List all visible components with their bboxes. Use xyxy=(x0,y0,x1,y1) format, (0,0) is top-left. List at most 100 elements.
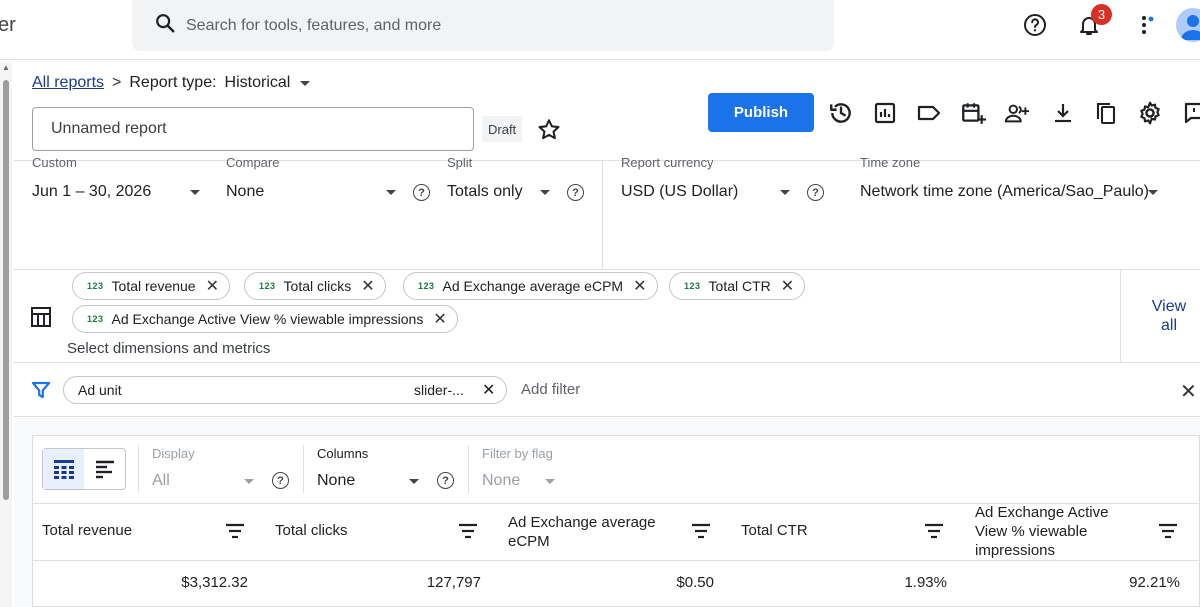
split-label: Split xyxy=(447,158,473,170)
search-box[interactable]: Search for tools, features, and more xyxy=(132,0,834,51)
close-icon[interactable]: ✕ xyxy=(781,276,794,296)
split-select[interactable]: Totals only xyxy=(447,183,523,201)
breadcrumb: All reports > Report type: Historical xyxy=(32,74,311,92)
select-dimensions-metrics[interactable]: Select dimensions and metrics xyxy=(67,340,270,357)
columns-select[interactable]: None xyxy=(317,472,355,490)
close-icon[interactable]: ✕ xyxy=(433,309,446,329)
display-chevron-down-icon[interactable] xyxy=(244,479,254,484)
currency-help-icon[interactable]: ? xyxy=(807,184,824,201)
metric-chip-total-revenue[interactable]: 123 Total revenue ✕ xyxy=(72,272,230,300)
column-header-total-ctr[interactable]: Total CTR xyxy=(741,521,808,540)
table-view-icon[interactable] xyxy=(43,449,84,489)
compare-chevron-down-icon[interactable] xyxy=(386,190,396,195)
currency-select[interactable]: USD (US Dollar) xyxy=(621,183,738,201)
display-help-icon[interactable]: ? xyxy=(272,472,289,489)
sort-filter-icon[interactable] xyxy=(923,522,945,545)
gear-icon[interactable] xyxy=(1137,100,1163,126)
share-users-icon[interactable] xyxy=(1004,100,1030,126)
publish-button[interactable]: Publish xyxy=(708,93,814,132)
report-type-value[interactable]: Historical xyxy=(225,74,291,92)
options-divider xyxy=(303,445,304,493)
close-icon[interactable]: ✕ xyxy=(633,276,646,296)
metric-number-icon: 123 xyxy=(87,281,104,291)
metric-chip-adx-ecpm[interactable]: 123 Ad Exchange average eCPM ✕ xyxy=(403,272,658,300)
add-filter-button[interactable]: Add filter xyxy=(521,381,580,398)
currency-chevron-down-icon[interactable] xyxy=(780,190,790,195)
flag-chevron-down-icon[interactable] xyxy=(545,479,555,484)
breadcrumb-separator: > xyxy=(112,74,122,91)
metric-chip-adx-viewable[interactable]: 123 Ad Exchange Active View % viewable i… xyxy=(72,305,458,333)
table-cell-total-ctr: 1.93% xyxy=(904,574,947,591)
metric-chip-label: Total revenue xyxy=(111,278,196,294)
clear-filters-close-icon[interactable]: ✕ xyxy=(1180,379,1197,404)
report-settings-row xyxy=(14,160,1200,270)
download-icon[interactable] xyxy=(1050,100,1076,126)
report-type-label: Report type: xyxy=(129,74,217,91)
copy-icon[interactable] xyxy=(1093,100,1119,126)
notification-badge: 3 xyxy=(1091,4,1112,25)
label-icon[interactable] xyxy=(916,100,942,126)
view-all-link[interactable]: View all xyxy=(1140,297,1198,335)
metric-number-icon: 123 xyxy=(684,281,701,291)
split-chevron-down-icon[interactable] xyxy=(540,190,550,195)
split-help-icon[interactable]: ? xyxy=(567,184,584,201)
compare-help-icon[interactable]: ? xyxy=(413,184,430,201)
sort-filter-icon[interactable] xyxy=(690,522,712,545)
display-select[interactable]: All xyxy=(152,472,170,490)
sort-filter-icon[interactable] xyxy=(457,522,479,545)
sort-filter-icon[interactable] xyxy=(224,522,246,545)
flag-filter-select[interactable]: None xyxy=(482,472,520,490)
feedback-icon[interactable] xyxy=(1181,100,1200,126)
column-header-total-clicks[interactable]: Total clicks xyxy=(275,521,348,540)
search-placeholder: Search for tools, features, and more xyxy=(186,16,442,34)
metric-chip-label: Ad Exchange average eCPM xyxy=(442,278,624,294)
timezone-select[interactable]: Network time zone (America/Sao_Paulo) xyxy=(860,183,1149,201)
metric-chip-label: Ad Exchange Active View % viewable impre… xyxy=(111,311,424,327)
app-brand[interactable]: er xyxy=(0,14,16,37)
close-icon[interactable]: ✕ xyxy=(482,380,495,400)
date-range-select[interactable]: Jun 1 – 30, 2026 xyxy=(32,183,151,201)
filter-icon[interactable] xyxy=(31,380,51,405)
settings-divider xyxy=(602,160,603,270)
more-vert-icon[interactable] xyxy=(1132,12,1158,38)
view-all-line1: View xyxy=(1151,298,1187,315)
draft-badge: Draft xyxy=(482,116,523,142)
timezone-label: Time zone xyxy=(860,158,921,170)
display-label: Display xyxy=(152,446,195,461)
options-divider xyxy=(138,445,139,493)
search-icon xyxy=(154,12,176,39)
close-icon[interactable]: ✕ xyxy=(361,276,374,296)
column-header-adx-ecpm[interactable]: Ad Exchange average eCPM xyxy=(508,513,673,551)
metric-chip-total-ctr[interactable]: 123 Total CTR ✕ xyxy=(669,272,806,300)
view-all-line2: all xyxy=(1160,317,1177,334)
filter-chip-ad-unit[interactable]: Ad unit slider-... ✕ xyxy=(63,376,507,404)
view-all-divider xyxy=(1120,270,1121,363)
star-icon[interactable] xyxy=(536,117,562,148)
bar-view-icon[interactable] xyxy=(84,449,125,489)
date-chevron-down-icon[interactable] xyxy=(190,190,200,195)
report-name-input[interactable]: Unnamed report xyxy=(32,107,474,151)
history-icon[interactable] xyxy=(828,100,854,126)
all-reports-link[interactable]: All reports xyxy=(32,74,104,92)
metric-chip-label: Total CTR xyxy=(708,278,771,294)
help-icon[interactable] xyxy=(1022,12,1048,38)
timezone-chevron-down-icon[interactable] xyxy=(1148,190,1158,195)
column-header-total-revenue[interactable]: Total revenue xyxy=(42,521,132,540)
column-header-adx-viewable[interactable]: Ad Exchange Active View % viewable impre… xyxy=(975,503,1127,560)
schedule-icon[interactable] xyxy=(960,100,986,126)
metric-chip-total-clicks[interactable]: 123 Total clicks ✕ xyxy=(244,272,386,300)
report-type-chevron-down-icon[interactable] xyxy=(300,80,311,86)
table-cell-total-clicks: 127,797 xyxy=(426,574,481,591)
compare-select[interactable]: None xyxy=(226,183,264,201)
scrollbar-thumb[interactable] xyxy=(3,80,9,500)
columns-chevron-down-icon[interactable] xyxy=(409,479,419,484)
table-cell-adx-ecpm: $0.50 xyxy=(676,574,714,591)
options-divider xyxy=(468,445,469,493)
view-toggle[interactable] xyxy=(42,448,126,490)
close-icon[interactable]: ✕ xyxy=(206,276,219,296)
columns-help-icon[interactable]: ? xyxy=(437,472,454,489)
scroll-up-arrow-icon[interactable]: ▲ xyxy=(2,63,10,72)
sort-filter-icon[interactable] xyxy=(1157,522,1179,545)
chart-icon[interactable] xyxy=(872,100,898,126)
metric-number-icon: 123 xyxy=(418,281,435,291)
